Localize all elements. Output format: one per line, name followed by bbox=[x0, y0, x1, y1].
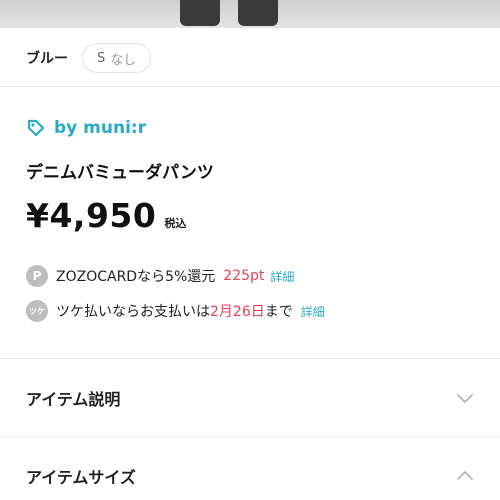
divider bbox=[0, 436, 500, 437]
accordion-label: アイテムサイズ bbox=[26, 468, 136, 487]
variant-color-label: ブルー bbox=[26, 51, 68, 67]
product-name: デニムバミューダパンツ bbox=[26, 163, 214, 183]
size-chip[interactable]: S なし bbox=[82, 43, 152, 73]
accordion-item-description[interactable]: アイテム説明 bbox=[0, 360, 500, 436]
tsuke-row: ツケ ツケ払いならお支払いは 2月26日 まで 詳細 bbox=[26, 300, 325, 322]
price: ¥4,950 税込 bbox=[26, 196, 186, 235]
photo-leg-left bbox=[180, 0, 220, 26]
points-value: 225pt bbox=[223, 268, 265, 284]
product-photo[interactable] bbox=[0, 0, 500, 28]
brand-link[interactable]: by muni:r bbox=[26, 118, 146, 138]
accordion-label: アイテム説明 bbox=[26, 390, 121, 409]
photo-leg-right bbox=[238, 0, 278, 26]
variant-row: ブルー S なし bbox=[0, 30, 500, 86]
accordion-item-size[interactable]: アイテムサイズ bbox=[0, 438, 500, 500]
chevron-down-icon bbox=[457, 394, 473, 403]
zozocard-text: ZOZOCARDなら5%還元 bbox=[56, 269, 216, 285]
tag-icon bbox=[27, 119, 45, 137]
size-code: S bbox=[97, 50, 106, 66]
brand-name: by muni:r bbox=[54, 118, 147, 138]
divider bbox=[0, 358, 500, 359]
points-icon: P bbox=[26, 265, 48, 287]
price-value: ¥4,950 bbox=[26, 196, 157, 235]
divider bbox=[0, 86, 500, 87]
tax-label: 税込 bbox=[164, 217, 187, 230]
tsuke-text-before: ツケ払いならお支払いは bbox=[56, 304, 210, 320]
chevron-up-icon bbox=[457, 471, 473, 480]
due-date: 2月26日 bbox=[210, 304, 265, 320]
tsuke-icon: ツケ bbox=[26, 300, 48, 322]
zozocard-detail-link[interactable]: 詳細 bbox=[270, 268, 294, 285]
tsuke-detail-link[interactable]: 詳細 bbox=[301, 303, 325, 320]
zozocard-row: P ZOZOCARDなら5%還元 225pt 詳細 bbox=[26, 265, 294, 287]
tsuke-text-after: まで bbox=[264, 304, 293, 320]
size-stock: なし bbox=[110, 52, 137, 68]
